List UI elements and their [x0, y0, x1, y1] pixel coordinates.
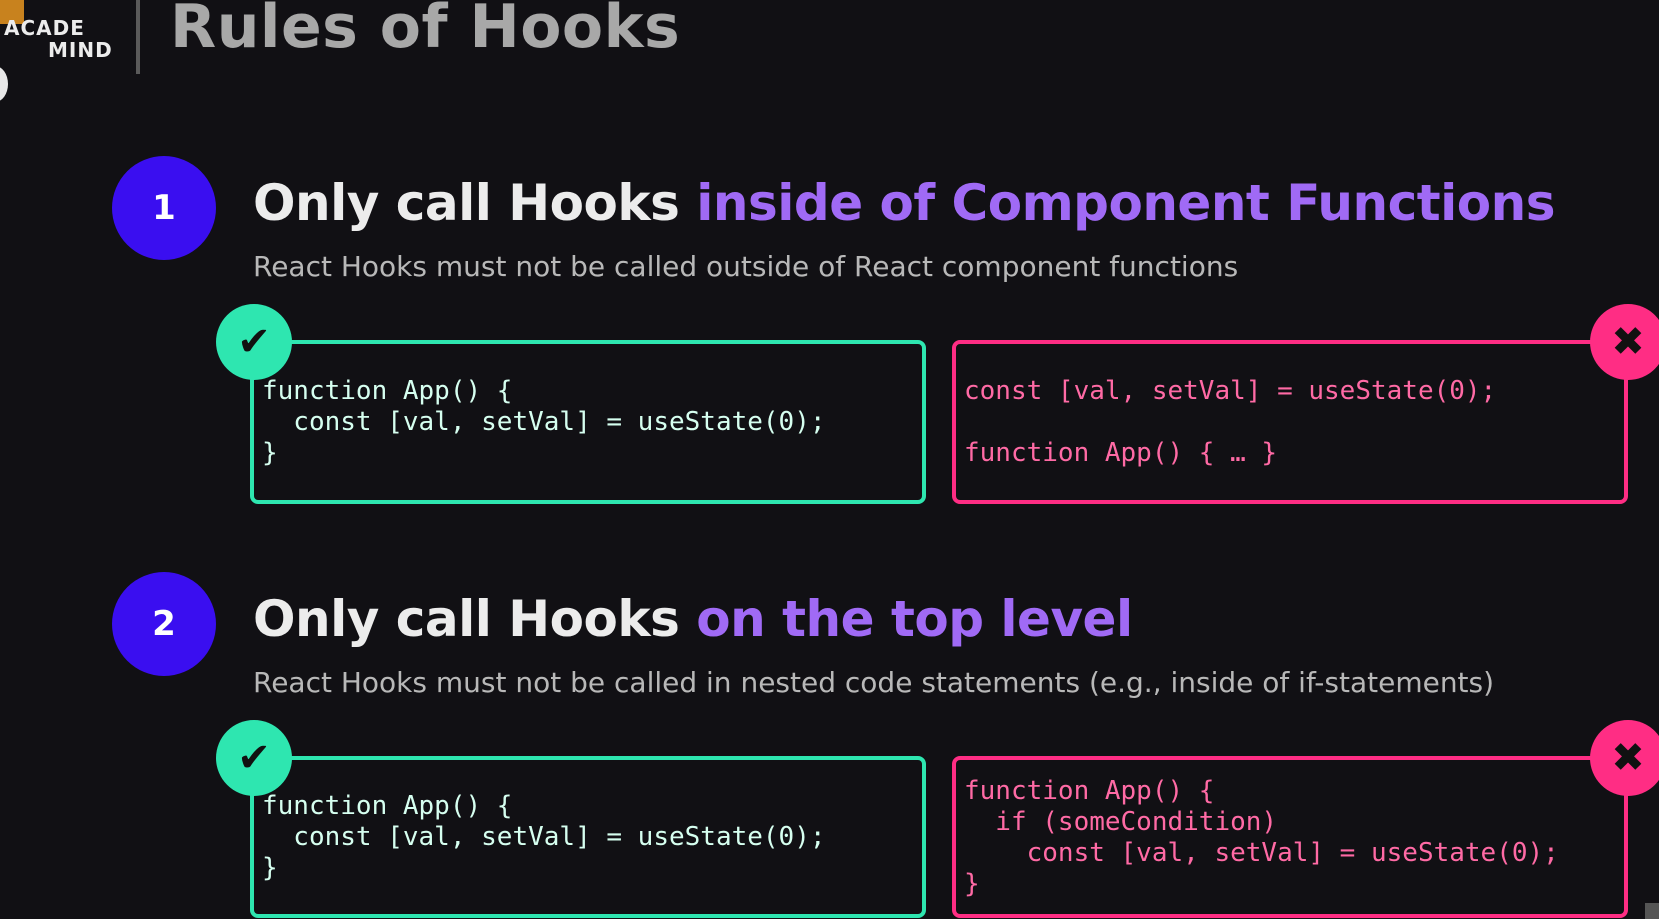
cross-icon: ✖ — [1590, 720, 1659, 796]
rule-1-good-code: function App() { const [val, setVal] = u… — [262, 376, 826, 468]
logo-dot — [0, 66, 8, 102]
rule-1-heading-accent: inside of Component Functions — [696, 174, 1555, 232]
rule-2-heading: Only call Hooks on the top level — [253, 590, 1133, 648]
rule-1-heading-plain: Only call Hooks — [253, 174, 697, 232]
rule-2-heading-plain: Only call Hooks — [253, 590, 697, 648]
check-icon: ✔ — [216, 304, 292, 380]
rule-1-subtitle: React Hooks must not be called outside o… — [253, 250, 1239, 283]
logo-line-1: ACADE — [4, 16, 85, 40]
rule-2-subtitle: React Hooks must not be called in nested… — [253, 666, 1495, 699]
header-divider — [136, 0, 140, 74]
check-icon: ✔ — [216, 720, 292, 796]
page-title: Rules of Hooks — [170, 0, 681, 62]
rule-2-good-code: function App() { const [val, setVal] = u… — [262, 791, 826, 883]
academind-logo: ACADE MIND — [0, 0, 120, 102]
corner-marker — [1645, 903, 1659, 919]
rule-2-number: 2 — [112, 572, 216, 676]
rule-1-heading: Only call Hooks inside of Component Func… — [253, 174, 1555, 232]
rule-1-bad-code: const [val, setVal] = useState(0); funct… — [964, 376, 1497, 468]
rule-2-heading-accent: on the top level — [696, 590, 1133, 648]
rule-1-number: 1 — [112, 156, 216, 260]
rule-2-bad-code: function App() { if (someCondition) cons… — [964, 776, 1559, 899]
cross-icon: ✖ — [1590, 304, 1659, 380]
logo-line-2: MIND — [48, 38, 113, 62]
